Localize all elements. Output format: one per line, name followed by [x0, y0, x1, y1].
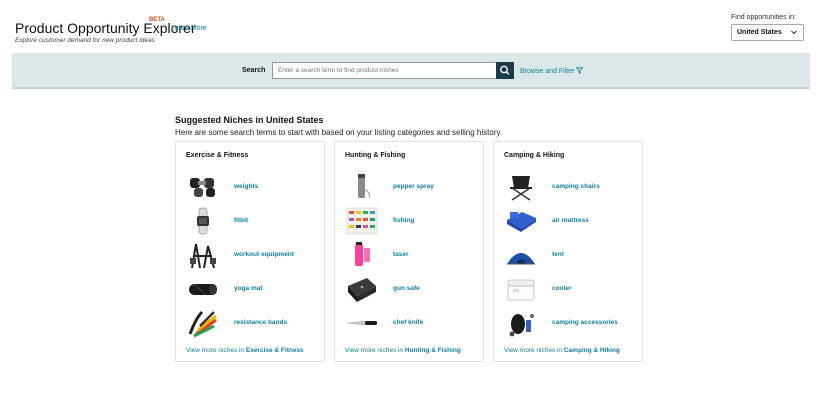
- niche-item[interactable]: yoga mat: [186, 274, 321, 304]
- fitness-tracker-icon: [197, 207, 209, 235]
- niche-item[interactable]: workout equipment: [186, 240, 321, 270]
- suggested-subtitle: Here are some search terms to start with…: [175, 128, 503, 137]
- niche-label: cooler: [552, 285, 572, 292]
- page-header: Product Opportunity Explorer BETA Learn …: [0, 0, 820, 52]
- view-more-link[interactable]: View more niches in Exercise & Fitness: [186, 347, 304, 354]
- dumbbells-icon: [190, 178, 215, 197]
- niche-label: air mattress: [552, 217, 589, 224]
- view-more-prefix: View more niches in: [186, 347, 246, 354]
- niche-label: gun safe: [393, 285, 420, 292]
- search-icon: [500, 65, 510, 75]
- niche-item[interactable]: fishing: [345, 206, 480, 236]
- card-title: Exercise & Fitness: [186, 152, 249, 159]
- niche-label: tent: [552, 251, 564, 258]
- cooler-icon: [507, 279, 535, 301]
- chevron-down-icon: [791, 30, 797, 35]
- browse-filter-label: Browse and Filter: [520, 68, 575, 75]
- niche-label: fitbit: [234, 217, 249, 224]
- niche-item[interactable]: fitbit: [186, 206, 321, 236]
- view-more-link[interactable]: View more niches in Camping & Hiking: [504, 347, 620, 354]
- gun-safe-icon: [348, 278, 376, 302]
- niche-item[interactable]: resistance bands: [186, 308, 321, 338]
- air-mattress-icon: [507, 212, 536, 232]
- search-label: Search: [242, 67, 266, 74]
- niche-label: resistance bands: [234, 319, 288, 326]
- page-subtitle: Explore customer demand for new product …: [15, 37, 155, 44]
- niche-item[interactable]: tent: [504, 240, 639, 270]
- niche-item[interactable]: cooler: [504, 274, 639, 304]
- pepper-spray-icon: [358, 174, 370, 199]
- taser-icon: [355, 242, 370, 266]
- category-card-hunting-fishing: Hunting & Fishing pepper spray fishing t…: [334, 141, 484, 362]
- card-title: Hunting & Fishing: [345, 152, 406, 159]
- view-more-category: Hunting & Fishing: [404, 347, 461, 354]
- niche-label: weights: [234, 183, 259, 190]
- niche-item[interactable]: chef knife: [345, 308, 480, 338]
- niche-item[interactable]: camping chairs: [504, 172, 639, 202]
- niche-item[interactable]: gun safe: [345, 274, 480, 304]
- fishing-lures-icon: [346, 207, 378, 235]
- niche-label: fishing: [393, 217, 415, 224]
- search-button[interactable]: [496, 62, 514, 79]
- category-card-camping-hiking: Camping & Hiking camping chairs air matt…: [493, 141, 643, 362]
- yoga-mat-icon: [189, 283, 217, 296]
- country-select[interactable]: United States: [731, 24, 804, 41]
- view-more-prefix: View more niches in: [504, 347, 564, 354]
- category-card-exercise-fitness: Exercise & Fitness weights fitbit workou…: [175, 141, 325, 362]
- niche-item[interactable]: weights: [186, 172, 321, 202]
- camping-gear-icon: [509, 314, 534, 337]
- niche-label: pepper spray: [393, 183, 434, 190]
- niche-label: chef knife: [393, 319, 424, 326]
- niche-label: camping accessories: [552, 319, 618, 326]
- search-input[interactable]: [272, 62, 498, 79]
- home-gym-icon: [190, 243, 216, 269]
- card-title: Camping & Hiking: [504, 152, 565, 159]
- niche-label: workout equipment: [234, 251, 294, 258]
- page-title: Product Opportunity Explorer: [15, 20, 196, 36]
- view-more-link[interactable]: View more niches in Hunting & Fishing: [345, 347, 461, 354]
- camping-chair-icon: [510, 176, 532, 201]
- learn-more-link[interactable]: Learn More: [171, 25, 207, 32]
- country-label: Find opportunities in:: [731, 14, 796, 21]
- tent-icon: [507, 253, 535, 265]
- view-more-category: Camping & Hiking: [563, 347, 620, 354]
- knife-icon: [346, 320, 377, 326]
- view-more-category: Exercise & Fitness: [245, 347, 304, 354]
- niche-label: taser: [393, 251, 409, 258]
- niche-item[interactable]: camping accessories: [504, 308, 639, 338]
- niche-item[interactable]: pepper spray: [345, 172, 480, 202]
- resistance-bands-icon: [188, 310, 217, 338]
- country-selected-value: United States: [737, 29, 782, 36]
- view-more-prefix: View more niches in: [345, 347, 405, 354]
- niche-label: camping chairs: [552, 183, 600, 190]
- suggested-title: Suggested Niches in United States: [175, 115, 324, 125]
- niche-item[interactable]: air mattress: [504, 206, 639, 236]
- search-bar: Search Browse and Filter: [12, 53, 810, 89]
- niche-item[interactable]: taser: [345, 240, 480, 270]
- browse-filter-link[interactable]: Browse and Filter: [520, 67, 584, 75]
- niche-label: yoga mat: [234, 285, 263, 292]
- filter-icon: [576, 67, 584, 74]
- beta-badge: BETA: [149, 17, 165, 23]
